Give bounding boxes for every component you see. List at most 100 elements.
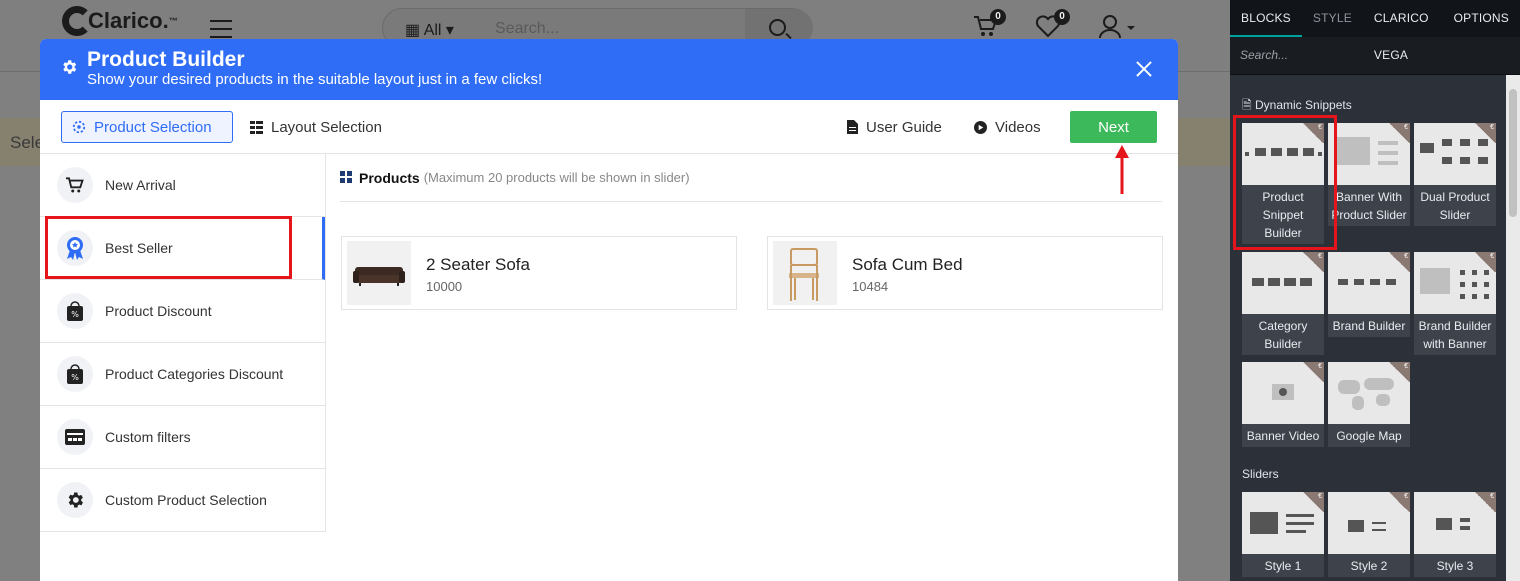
section-sliders: Sliders — [1242, 467, 1279, 481]
snippet-preview — [1328, 252, 1410, 314]
product-code: 10000 — [426, 279, 463, 294]
tab-style[interactable]: STYLE — [1302, 0, 1363, 37]
cart-count-badge: 0 — [990, 9, 1006, 25]
sidebar-item-label: Product Categories Discount — [105, 366, 284, 382]
snippet-product-snippet-builder[interactable]: Product Snippet Builder — [1242, 123, 1324, 244]
snippet-preview — [1242, 362, 1324, 424]
modal-toolbar: Product Selection Layout Selection User … — [40, 100, 1178, 154]
gear-icon — [72, 120, 86, 134]
section-dynamic-snippets: 🗎 Dynamic Snippets — [1242, 98, 1352, 112]
discount-bag-icon: % — [57, 293, 93, 329]
snippet-label: Banner With Product Slider — [1331, 190, 1407, 222]
snippet-label: Banner Video — [1246, 429, 1320, 443]
snippet-style-1[interactable]: Style 1 — [1242, 492, 1324, 577]
sofa-image — [347, 241, 411, 305]
product-builder-modal: Product Builder Show your desired produc… — [40, 39, 1178, 581]
snippet-label: Category Builder — [1258, 319, 1308, 351]
sidebar-item-label: New Arrival — [105, 177, 176, 193]
snippet-preview — [1242, 492, 1324, 554]
modal-header: Product Builder Show your desired produc… — [40, 39, 1178, 100]
notice-text: Sele — [10, 133, 45, 152]
products-header: Products (Maximum 20 products will be sh… — [340, 154, 1162, 202]
logo-text: Clarico. — [88, 8, 169, 33]
site-logo[interactable]: Clarico. ™ — [62, 6, 178, 36]
gear-icon — [63, 60, 77, 74]
sidebar-item-label: Custom filters — [105, 429, 191, 445]
gear-icon — [57, 482, 93, 518]
modal-subtitle: Show your desired products in the suitab… — [87, 71, 543, 88]
snippet-dual-product-slider[interactable]: Dual Product Slider — [1414, 123, 1496, 226]
snippet-preview — [1414, 123, 1496, 185]
videos-link[interactable]: Videos — [974, 111, 1041, 143]
sidebar-item-label: Custom Product Selection — [105, 492, 267, 508]
snippet-style-3[interactable]: Style 3 — [1414, 492, 1496, 577]
wishlist-count-badge: 0 — [1054, 9, 1070, 25]
product-name: 2 Seater Sofa — [426, 255, 530, 274]
snippet-label: Google Map — [1336, 429, 1402, 443]
products-panel: Products (Maximum 20 products will be sh… — [340, 154, 1163, 310]
products-hint: (Maximum 20 products will be shown in sl… — [423, 170, 690, 185]
grid-icon: ▦ — [405, 22, 424, 39]
snippet-brand-builder-with-banner[interactable]: Brand Builder with Banner — [1414, 252, 1496, 355]
svg-text:%: % — [71, 310, 79, 319]
product-card[interactable]: 2 Seater Sofa 10000 — [341, 236, 737, 310]
source-sidebar: New Arrival Best Seller % Product Discou… — [40, 154, 326, 532]
sidebar-item-label: Product Discount — [105, 303, 212, 319]
scrollbar-thumb[interactable] — [1509, 89, 1517, 217]
tab-layout-selection[interactable]: Layout Selection — [240, 111, 392, 143]
tab-product-selection[interactable]: Product Selection — [61, 111, 233, 143]
user-guide-link[interactable]: User Guide — [847, 111, 942, 143]
sidebar-item-label: Best Seller — [105, 240, 173, 256]
tab-blocks[interactable]: BLOCKS — [1230, 0, 1302, 37]
next-button[interactable]: Next — [1070, 111, 1157, 143]
snippet-category-builder[interactable]: Category Builder — [1242, 252, 1324, 355]
sidebar-item-product-discount[interactable]: % Product Discount — [40, 280, 325, 343]
snippet-label: Brand Builder — [1332, 319, 1406, 333]
snippet-label: Product Snippet Builder — [1262, 190, 1304, 240]
modal-title: Product Builder — [87, 48, 245, 71]
filter-card-icon — [57, 419, 93, 455]
document-icon — [847, 120, 858, 134]
snippet-label: Dual Product Slider — [1420, 190, 1490, 222]
grid-icon — [250, 120, 263, 134]
products-heading: Products — [359, 169, 420, 186]
snippet-google-map[interactable]: Google Map — [1328, 362, 1410, 447]
document-icon: 🗎 — [1242, 98, 1252, 112]
blocks-scrollbar[interactable] — [1506, 75, 1520, 581]
close-icon[interactable] — [1136, 61, 1152, 77]
tab-options[interactable]: OPTIONS — [1443, 0, 1520, 37]
sidebar-item-new-arrival[interactable]: New Arrival — [40, 154, 325, 217]
logo-tm: ™ — [168, 16, 178, 26]
snippet-label: Style 2 — [1350, 559, 1388, 573]
snippet-preview — [1328, 492, 1410, 554]
cart-icon — [57, 167, 93, 203]
search-category-dropdown[interactable]: ▦ All ▾ — [405, 20, 454, 40]
sidebar-item-custom-product-selection[interactable]: Custom Product Selection — [40, 469, 325, 532]
svg-text:%: % — [71, 373, 79, 382]
snippet-preview — [1414, 492, 1496, 554]
product-card[interactable]: Sofa Cum Bed 10484 — [767, 236, 1163, 310]
search-input[interactable]: Search... — [495, 20, 559, 38]
snippet-preview — [1328, 123, 1410, 185]
grid-icon — [340, 171, 352, 183]
tab-clarico-vega[interactable]: CLARICO VEGA — [1363, 0, 1443, 62]
snippet-banner-with-product-slider[interactable]: Banner With Product Slider — [1328, 123, 1410, 226]
snippet-preview — [1242, 123, 1324, 185]
product-name: Sofa Cum Bed — [852, 255, 963, 274]
sidebar-item-custom-filters[interactable]: Custom filters — [40, 406, 325, 469]
product-code: 10484 — [852, 279, 889, 294]
blocks-list: 🗎 Dynamic Snippets Product Snippet Build… — [1230, 75, 1506, 581]
sidebar-item-product-categories-discount[interactable]: % Product Categories Discount — [40, 343, 325, 406]
snippet-preview — [1242, 252, 1324, 314]
snippet-label: Style 3 — [1436, 559, 1474, 573]
discount-bag-icon: % — [57, 356, 93, 392]
play-circle-icon — [974, 120, 987, 134]
award-icon — [57, 230, 93, 266]
snippet-banner-video[interactable]: Banner Video — [1242, 362, 1324, 447]
user-icon[interactable] — [1098, 14, 1138, 38]
search-icon — [769, 19, 786, 36]
snippet-style-2[interactable]: Style 2 — [1328, 492, 1410, 577]
sidebar-item-best-seller[interactable]: Best Seller — [40, 217, 325, 280]
snippet-preview — [1414, 252, 1496, 314]
snippet-brand-builder[interactable]: Brand Builder — [1328, 252, 1410, 337]
